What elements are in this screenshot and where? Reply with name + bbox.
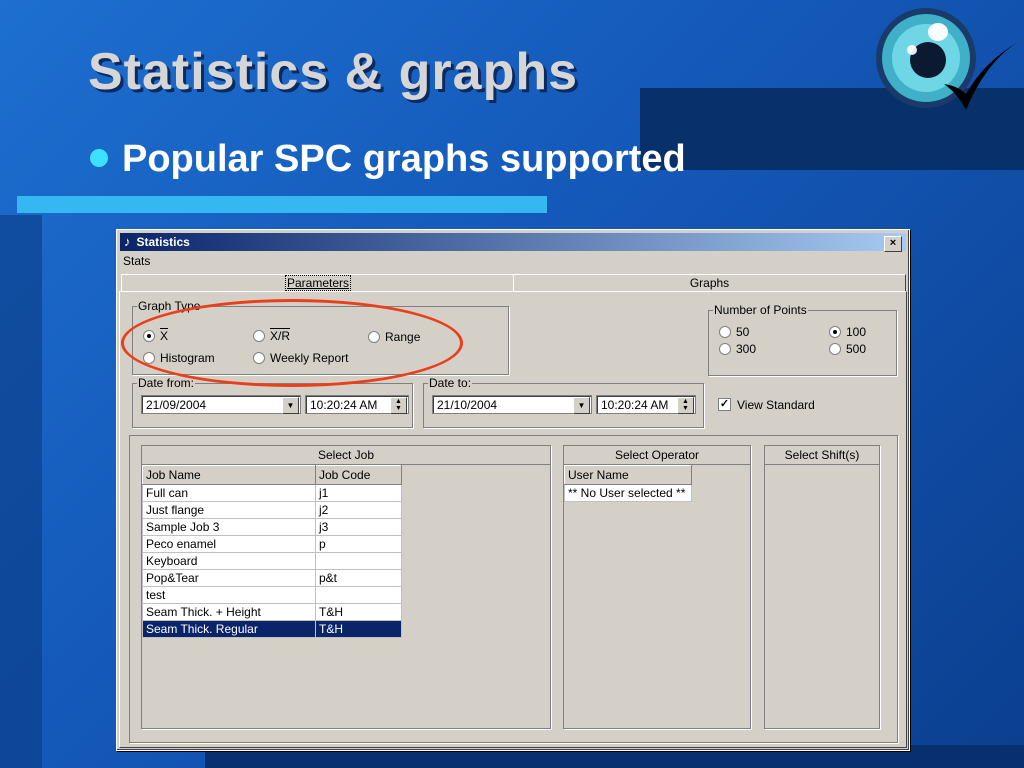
date-to-value: 21/10/2004	[437, 398, 498, 412]
window-titlebar[interactable]: ♪ Statistics ×	[120, 233, 906, 252]
select-shifts-header: Select Shift(s)	[765, 446, 879, 465]
date-from-label: Date from:	[137, 376, 196, 390]
dropdown-arrow-icon[interactable]: ▼	[282, 397, 299, 414]
table-row[interactable]: Pop&Tear p&t	[142, 569, 402, 587]
job-name-cell: Peco enamel	[142, 535, 316, 553]
radio-300-label: 300	[736, 342, 757, 356]
select-job-header: Select Job	[142, 446, 550, 465]
table-row[interactable]: Keyboard	[142, 552, 402, 570]
table-row[interactable]: Just flange j2	[142, 501, 402, 519]
time-from-value: 10:20:24 AM	[310, 398, 378, 412]
col-user-name[interactable]: User Name	[564, 465, 692, 485]
time-from-field[interactable]: 10:20:24 AM ▲ ▼	[305, 395, 409, 414]
window-title: Statistics	[136, 235, 190, 249]
radio-50-label: 50	[736, 325, 750, 339]
job-name-cell: test	[142, 586, 316, 604]
col-job-name[interactable]: Job Name	[142, 465, 316, 485]
job-code-cell: j1	[315, 484, 402, 502]
bullet-dot-icon	[90, 148, 108, 167]
job-code-cell: T&H	[315, 620, 402, 638]
slide-title: Statistics & graphs	[88, 43, 579, 101]
select-job-panel: Select Job Job Name Job Code Full can j1 J…	[141, 445, 551, 729]
jobs-table: Job Name Job Code Full can j1 Just flange j…	[142, 465, 402, 638]
view-standard-label: View Standard	[737, 398, 815, 412]
highlight-ellipse	[121, 299, 463, 387]
radio-points-100[interactable]: 100	[829, 325, 866, 339]
select-shifts-panel: Select Shift(s)	[764, 445, 880, 729]
close-button[interactable]: ×	[884, 236, 902, 252]
radio-dot-icon	[829, 325, 841, 338]
col-job-code[interactable]: Job Code	[315, 465, 402, 485]
radio-dot-icon	[719, 325, 731, 338]
job-name-cell: Keyboard	[142, 552, 316, 570]
date-from-value: 21/09/2004	[146, 398, 207, 412]
tab-parameters[interactable]: Parameters	[121, 274, 515, 292]
time-to-value: 10:20:24 AM	[601, 398, 669, 412]
job-code-cell: j2	[315, 501, 402, 519]
job-name-cell: Just flange	[142, 501, 316, 519]
table-row[interactable]: ** No User selected **	[564, 484, 692, 502]
date-to-group: Date to: 21/10/2004 ▼ 10:20:24 AM ▲ ▼	[423, 376, 704, 428]
date-from-combo[interactable]: 21/09/2004 ▼	[141, 395, 301, 414]
job-name-cell: Seam Thick. + Height	[142, 603, 316, 621]
radio-dot-icon	[719, 342, 731, 355]
job-name-cell: Sample Job 3	[142, 518, 316, 536]
job-name-cell: Seam Thick. Regular	[142, 620, 316, 638]
radio-dot-icon	[829, 342, 841, 355]
bullet-text: Popular SPC graphs supported	[122, 138, 686, 180]
date-to-combo[interactable]: 21/10/2004 ▼	[432, 395, 592, 414]
selection-area: Select Job Job Name Job Code Full can j1 J…	[129, 435, 898, 743]
table-row[interactable]: Full can j1	[142, 484, 402, 502]
dropdown-arrow-icon[interactable]: ▼	[573, 397, 590, 414]
table-row[interactable]: Seam Thick. + Height T&H	[142, 603, 402, 621]
spinner-icon[interactable]: ▲ ▼	[390, 397, 407, 414]
job-name-cell: Pop&Tear	[142, 569, 316, 587]
radio-500-label: 500	[846, 342, 867, 356]
menu-bar: Stats	[123, 254, 150, 268]
tab-graphs[interactable]: Graphs	[513, 274, 906, 292]
select-operator-panel: Select Operator User Name ** No User sel…	[563, 445, 751, 729]
job-code-cell: T&H	[315, 603, 402, 621]
radio-points-50[interactable]: 50	[719, 325, 749, 339]
view-standard-checkbox[interactable]: ✓ View Standard	[718, 398, 815, 412]
checkmark-icon: ✓	[718, 398, 731, 412]
job-code-cell	[315, 552, 402, 570]
radio-points-500[interactable]: 500	[829, 342, 866, 356]
job-code-cell: p&t	[315, 569, 402, 587]
music-note-icon: ♪	[124, 234, 131, 249]
operators-table: User Name ** No User selected **	[564, 465, 692, 502]
tab-parameters-label: Parameters	[284, 275, 352, 291]
time-to-field[interactable]: 10:20:24 AM ▲ ▼	[596, 395, 696, 414]
table-row[interactable]: Sample Job 3 j3	[142, 518, 402, 536]
radio-100-label: 100	[846, 325, 867, 339]
user-name-cell: ** No User selected **	[564, 484, 692, 502]
points-label: Number of Points	[713, 303, 808, 317]
spinner-icon[interactable]: ▲ ▼	[677, 397, 694, 414]
date-to-label: Date to:	[428, 376, 473, 390]
job-code-cell	[315, 586, 402, 604]
left-dark-band	[0, 215, 42, 768]
eye-checkmark-logo	[876, 8, 1018, 110]
job-code-cell: j3	[315, 518, 402, 536]
slide-bullet: Popular SPC graphs supported	[90, 138, 686, 181]
date-from-group: Date from: 21/09/2004 ▼ 10:20:24 AM ▲ ▼	[132, 376, 413, 428]
select-operator-header: Select Operator	[564, 446, 750, 465]
table-row[interactable]: test	[142, 586, 402, 604]
menu-stats[interactable]: Stats	[123, 254, 150, 268]
job-name-cell: Full can	[142, 484, 316, 502]
number-of-points-group: Number of Points 50 100 300 500	[708, 303, 897, 376]
table-row[interactable]: Seam Thick. Regular T&H	[142, 620, 402, 638]
radio-points-300[interactable]: 300	[719, 342, 756, 356]
title-underline-bar	[17, 196, 547, 213]
job-code-cell: p	[315, 535, 402, 553]
table-row[interactable]: Peco enamel p	[142, 535, 402, 553]
